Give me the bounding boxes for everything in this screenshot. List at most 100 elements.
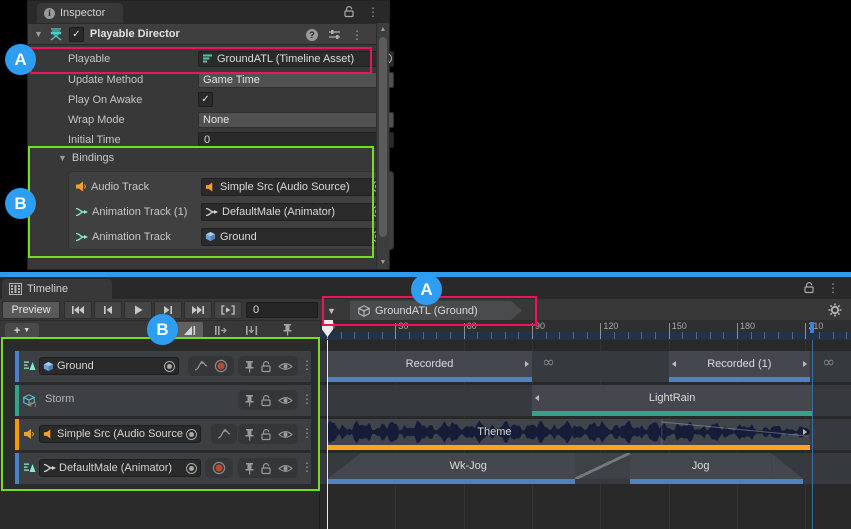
- curves-icon[interactable]: [217, 428, 231, 440]
- track-menu-icon[interactable]: ⋮: [301, 359, 313, 371]
- pin-icon[interactable]: [244, 462, 255, 475]
- track-menu-icon[interactable]: ⋮: [301, 461, 313, 473]
- gear-icon[interactable]: [828, 303, 842, 317]
- track-menu-icon[interactable]: ⋮: [301, 393, 313, 405]
- lock-icon[interactable]: [260, 394, 272, 407]
- audio-track-icon: [23, 428, 35, 440]
- initial-time-input[interactable]: 0: [198, 132, 394, 148]
- track-binding-field[interactable]: Ground: [39, 357, 179, 375]
- inspector-menu-icon[interactable]: ⋮: [367, 6, 379, 18]
- bindings-foldout[interactable]: ▼ Bindings: [58, 152, 114, 164]
- binding-object-field[interactable]: DefaultMale (Animator): [201, 203, 387, 221]
- binding-row: Animation Track Ground: [75, 226, 387, 247]
- timeline-menu-icon[interactable]: ⋮: [827, 282, 839, 294]
- help-icon[interactable]: ?: [306, 29, 318, 41]
- eye-icon[interactable]: [278, 361, 293, 372]
- frame-field[interactable]: 0: [246, 302, 318, 318]
- record-button[interactable]: [214, 359, 228, 373]
- tab-timeline[interactable]: Timeline: [2, 279, 112, 299]
- track-row-defaultmale-animator-[interactable]: DefaultMale (Animator) ⋮: [15, 453, 311, 484]
- track-binding-field[interactable]: Simple Src (Audio Source): [39, 425, 201, 443]
- eye-icon[interactable]: [278, 395, 293, 406]
- ruler-tick-label: 60: [467, 321, 477, 331]
- breadcrumb-dropdown-icon[interactable]: ▼: [327, 306, 336, 316]
- foldout-icon[interactable]: ▼: [34, 29, 43, 39]
- mix-mode-button[interactable]: [176, 322, 203, 338]
- track-row-ground[interactable]: Ground ⋮: [15, 351, 311, 382]
- object-picker-icon[interactable]: [186, 463, 197, 474]
- ruler-minor-tick: [833, 332, 834, 339]
- clips-area[interactable]: Recorded∞Recorded (1)∞LightRainThemeWk-J…: [320, 340, 851, 529]
- play-button[interactable]: [124, 301, 152, 319]
- preview-button[interactable]: Preview: [2, 301, 60, 319]
- add-track-button[interactable]: +▼: [5, 323, 39, 338]
- ruler-minor-tick: [846, 332, 847, 339]
- record-button[interactable]: [212, 461, 226, 475]
- scrollbar-thumb[interactable]: [379, 37, 387, 237]
- breadcrumb[interactable]: GroundATL (Ground): [350, 301, 522, 320]
- initial-time-value: 0: [204, 134, 210, 146]
- binding-value: Simple Src (Audio Source): [220, 181, 350, 193]
- inspector-tab-label: Inspector: [60, 7, 105, 19]
- replace-mode-button[interactable]: [238, 322, 265, 338]
- wrap-mode-dropdown[interactable]: None ▼: [198, 112, 394, 128]
- track-buttons-group: [205, 458, 233, 478]
- pin-icon[interactable]: [244, 428, 255, 441]
- scroll-down-icon[interactable]: ▼: [377, 259, 389, 266]
- timeline-ruler[interactable]: 0306090120150180210: [320, 320, 851, 340]
- inspector-scrollbar[interactable]: ▲ ▼: [376, 23, 389, 269]
- object-picker-icon[interactable]: [164, 361, 175, 372]
- lock-icon[interactable]: [260, 428, 272, 441]
- clip-right-arrow-icon: [803, 429, 807, 435]
- eye-icon[interactable]: [278, 463, 293, 474]
- binding-track-name: Animation Track (1): [92, 206, 187, 218]
- marker-pin-icon[interactable]: [282, 323, 293, 336]
- initial-time-label: Initial Time: [68, 134, 121, 146]
- ruler-minor-tick: [477, 332, 478, 339]
- curves-icon[interactable]: [194, 360, 208, 372]
- ease-out-ramp: [771, 453, 803, 479]
- ruler-major-tick: [805, 323, 806, 339]
- unlock-icon[interactable]: [803, 281, 815, 294]
- binding-object-field[interactable]: Ground: [201, 228, 387, 246]
- previous-frame-button[interactable]: [94, 301, 122, 319]
- track-row-simple-src-audio-source-[interactable]: Simple Src (Audio Source) ⋮: [15, 419, 311, 450]
- play-range-button[interactable]: [214, 301, 242, 319]
- track-binding-field[interactable]: DefaultMale (Animator): [39, 459, 201, 477]
- binding-object-field[interactable]: Simple Src (Audio Source): [201, 178, 387, 196]
- component-enabled-checkbox[interactable]: ✓: [69, 27, 84, 42]
- track-menu-icon[interactable]: ⋮: [301, 427, 313, 439]
- ruler-minor-tick: [751, 332, 752, 339]
- property-row-update-method: Update Method Game Time ▼: [28, 70, 373, 89]
- go-to-end-button[interactable]: [184, 301, 212, 319]
- playable-object-field[interactable]: GroundATL (Timeline Asset): [198, 51, 379, 67]
- ruler-minor-tick: [682, 332, 683, 339]
- object-picker-icon[interactable]: [186, 429, 197, 440]
- infinity-extrapolation-icon: ∞: [822, 353, 835, 371]
- info-icon: i: [44, 8, 55, 19]
- play-on-awake-checkbox[interactable]: ✓: [198, 92, 213, 107]
- play-on-awake-label: Play On Awake: [68, 94, 142, 106]
- unlock-icon[interactable]: [343, 5, 355, 18]
- timeline-end-marker[interactable]: [810, 322, 814, 333]
- presets-icon[interactable]: [328, 29, 341, 41]
- update-method-dropdown[interactable]: Game Time ▼: [198, 72, 394, 88]
- track-row-storm[interactable]: { }Storm⋮: [15, 385, 311, 416]
- pin-icon[interactable]: [244, 360, 255, 373]
- ripple-mode-button[interactable]: [207, 322, 234, 338]
- ruler-minor-tick: [546, 332, 547, 339]
- playable-director-header[interactable]: ▼ ✓ Playable Director ? ⋮: [28, 23, 389, 45]
- playhead-line[interactable]: [327, 340, 328, 529]
- unity-editor-screenshot: i Inspector ⋮ ▼ ✓ Playable Director ?: [0, 0, 851, 529]
- infinity-extrapolation-icon: ∞: [542, 353, 555, 371]
- ruler-minor-tick: [587, 332, 588, 339]
- lock-icon[interactable]: [260, 360, 272, 373]
- lock-icon[interactable]: [260, 462, 272, 475]
- go-to-start-button[interactable]: [64, 301, 92, 319]
- component-menu-icon[interactable]: ⋮: [351, 29, 363, 41]
- ruler-minor-tick: [628, 332, 629, 339]
- scroll-up-icon[interactable]: ▲: [377, 26, 389, 33]
- eye-icon[interactable]: [278, 429, 293, 440]
- pin-icon[interactable]: [244, 394, 255, 407]
- tab-inspector[interactable]: i Inspector: [37, 3, 123, 23]
